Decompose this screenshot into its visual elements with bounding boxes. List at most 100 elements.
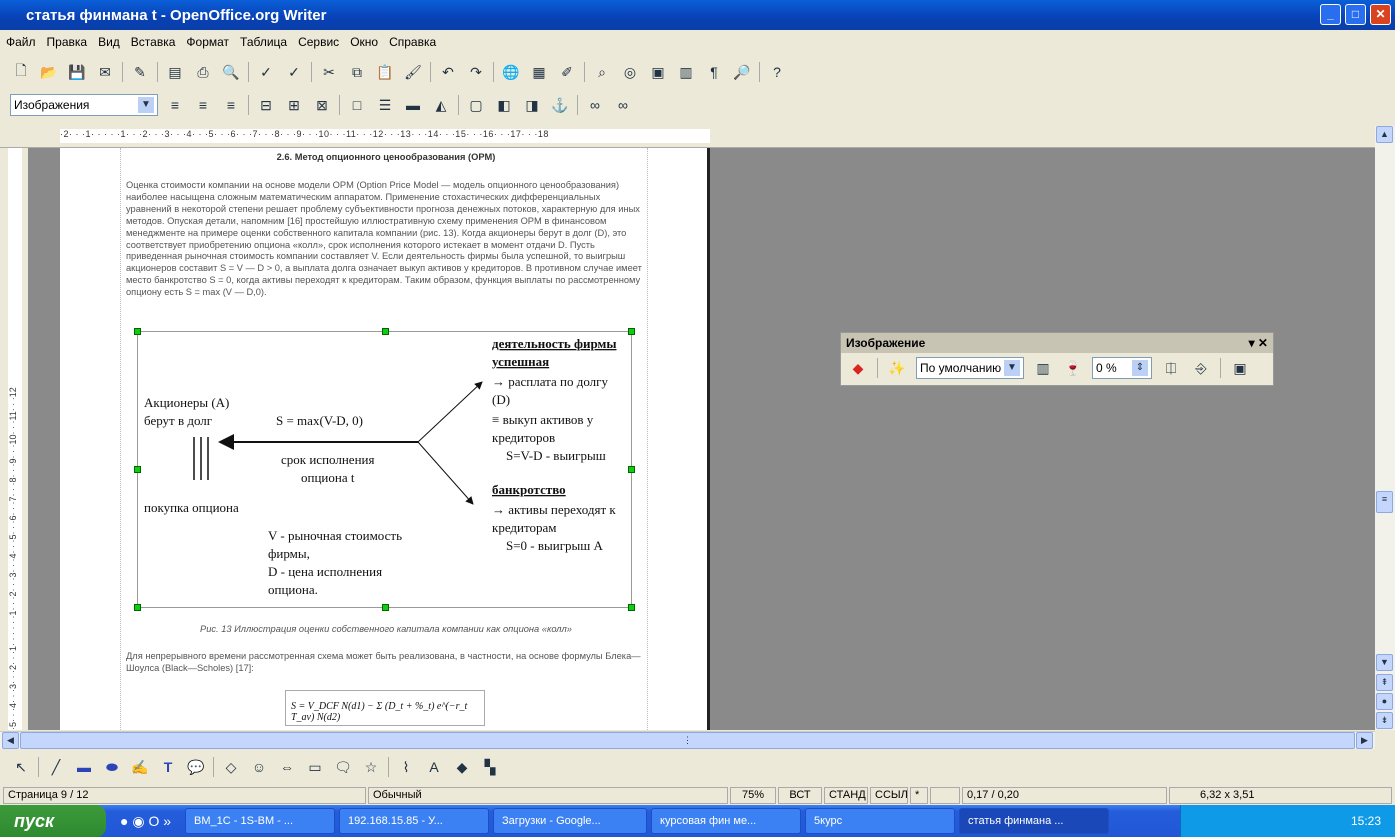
- from-file-icon[interactable]: ◆: [451, 756, 473, 778]
- vertical-ruler[interactable]: ·5· · ·4· · ·3· · ·2· · ·1· · · · · ·1· …: [0, 148, 28, 730]
- pdf-icon[interactable]: ▤: [164, 61, 186, 83]
- show-draw-icon[interactable]: ✐: [556, 61, 578, 83]
- graphics-mode-select[interactable]: По умолчанию ▼: [916, 357, 1024, 379]
- scroll-down-icon[interactable]: ▼: [1376, 654, 1393, 671]
- taskbar-item-active[interactable]: статья финмана ...: [959, 808, 1110, 834]
- line-icon[interactable]: ╱: [45, 756, 67, 778]
- cut-icon[interactable]: ✂: [318, 61, 340, 83]
- flip-vertical-icon[interactable]: ⎆: [1190, 357, 1212, 379]
- help-icon[interactable]: ?: [766, 61, 788, 83]
- stars-icon[interactable]: ☆: [360, 756, 382, 778]
- align-left-icon[interactable]: ≡: [164, 94, 186, 116]
- open-icon[interactable]: 📂: [38, 61, 60, 83]
- navigation-icon[interactable]: ●: [1376, 693, 1393, 710]
- resize-handle[interactable]: [628, 328, 635, 335]
- selection-mode[interactable]: СТАНД: [824, 787, 868, 804]
- filter-wand-icon[interactable]: ✨: [886, 357, 908, 379]
- hyperlink-mode[interactable]: ССЫЛ: [870, 787, 908, 804]
- formula-object[interactable]: S = V_DCF N(d1) − Σ (D_t + %_t) e^(−r_t …: [285, 690, 485, 726]
- spellcheck-icon[interactable]: ✓: [255, 61, 277, 83]
- scroll-right-icon[interactable]: ▶: [1356, 732, 1373, 749]
- rectangle-icon[interactable]: ▬: [73, 756, 95, 778]
- minimize-button[interactable]: _: [1320, 4, 1341, 25]
- basic-shapes-icon[interactable]: ◇: [220, 756, 242, 778]
- horizontal-ruler[interactable]: ·2· · ·1· · · · ·1· · ·2· · ·3· · ·4· · …: [0, 126, 1395, 148]
- print-icon[interactable]: ⎙: [192, 61, 214, 83]
- page-status[interactable]: Страница 9 / 12: [3, 787, 366, 804]
- send-back-icon[interactable]: ◨: [521, 94, 543, 116]
- insert-mode[interactable]: ВСТ: [778, 787, 822, 804]
- taskbar-item[interactable]: Загрузки - Google...: [493, 808, 648, 834]
- paste-icon[interactable]: 📋: [374, 61, 396, 83]
- scroll-thumb[interactable]: ⋮: [20, 732, 1355, 749]
- email-icon[interactable]: ✉: [94, 61, 116, 83]
- resize-handle[interactable]: [134, 604, 141, 611]
- new-icon[interactable]: 🗋: [10, 61, 32, 83]
- transparency-spinner[interactable]: 0 % ⇕: [1092, 357, 1152, 379]
- resize-handle[interactable]: [134, 328, 141, 335]
- start-button[interactable]: пуск: [0, 805, 106, 837]
- menu-edit[interactable]: Правка: [47, 35, 88, 49]
- page[interactable]: 2.6. Метод опционного ценообразования (O…: [60, 148, 710, 730]
- preview-icon[interactable]: 🔍: [220, 61, 242, 83]
- datasources-icon[interactable]: ▥: [675, 61, 697, 83]
- figure-image[interactable]: Акционеры (А) берут в долг S = max(V-D, …: [134, 328, 635, 611]
- block-arrows-icon[interactable]: ⇔: [276, 756, 298, 778]
- autospell-icon[interactable]: ✓: [283, 61, 305, 83]
- zoom-status[interactable]: 75%: [730, 787, 776, 804]
- background-color-icon[interactable]: ◭: [430, 94, 452, 116]
- undo-icon[interactable]: ↶: [437, 61, 459, 83]
- taskbar-item[interactable]: 5курс: [805, 808, 956, 834]
- flowchart-icon[interactable]: ▭: [304, 756, 326, 778]
- callout-icon[interactable]: 💬: [185, 756, 207, 778]
- menu-view[interactable]: Вид: [98, 35, 120, 49]
- freeform-icon[interactable]: ✍: [129, 756, 151, 778]
- menu-file[interactable]: Файл: [6, 35, 36, 49]
- select-icon[interactable]: ↖: [10, 756, 32, 778]
- borders-icon[interactable]: □: [346, 94, 368, 116]
- maximize-button[interactable]: □: [1345, 4, 1366, 25]
- prev-page-icon[interactable]: ⇞: [1376, 674, 1393, 691]
- save-icon[interactable]: 💾: [66, 61, 88, 83]
- zoom-icon[interactable]: 🔎: [731, 61, 753, 83]
- callouts-icon[interactable]: 🗨: [332, 756, 354, 778]
- paragraph[interactable]: Для непрерывного времени рассмотренная с…: [126, 651, 646, 675]
- find-icon[interactable]: ⌕: [591, 61, 613, 83]
- menu-format[interactable]: Формат: [186, 35, 229, 49]
- pilcrow-icon[interactable]: ¶: [703, 61, 725, 83]
- frame-properties-icon[interactable]: ▢: [465, 94, 487, 116]
- align-center-icon[interactable]: ≡: [192, 94, 214, 116]
- anchor-icon[interactable]: ⚓: [549, 94, 571, 116]
- paragraph[interactable]: Оценка стоимости компании на основе моде…: [126, 180, 646, 299]
- menu-insert[interactable]: Вставка: [131, 35, 176, 49]
- menu-table[interactable]: Таблица: [240, 35, 287, 49]
- bring-front-icon[interactable]: ◧: [493, 94, 515, 116]
- taskbar-item[interactable]: курсовая фин ме...: [651, 808, 802, 834]
- gallery-icon[interactable]: ▣: [647, 61, 669, 83]
- resize-handle[interactable]: [382, 604, 389, 611]
- resize-handle[interactable]: [134, 466, 141, 473]
- color-icon[interactable]: ▥: [1032, 357, 1054, 379]
- graphics-mode-icon[interactable]: ◆: [847, 357, 869, 379]
- text-icon[interactable]: T: [157, 756, 179, 778]
- link-frames-icon[interactable]: ∞: [584, 94, 606, 116]
- close-icon[interactable]: ▾ ✕: [1249, 336, 1268, 350]
- crop-icon[interactable]: ▣: [1229, 357, 1251, 379]
- menu-help[interactable]: Справка: [389, 35, 436, 49]
- line-style-icon[interactable]: ☰: [374, 94, 396, 116]
- resize-handle[interactable]: [628, 466, 635, 473]
- next-page-icon[interactable]: ⇟: [1376, 712, 1393, 729]
- taskbar-item[interactable]: 192.168.15.85 - У...: [339, 808, 490, 834]
- quicklaunch-icons[interactable]: ● ◉ O »: [120, 813, 171, 830]
- horizontal-scrollbar[interactable]: ◀ ⋮ ▶: [0, 731, 1375, 749]
- copy-icon[interactable]: ⧉: [346, 61, 368, 83]
- scroll-thumb[interactable]: ≡: [1376, 491, 1393, 513]
- table-icon[interactable]: ▦: [528, 61, 550, 83]
- vertical-scrollbar[interactable]: ▲ ≡ ▼ ⇞ ● ⇟: [1375, 126, 1395, 730]
- format-paintbrush-icon[interactable]: 🖌: [402, 61, 424, 83]
- style-select[interactable]: Изображения ▼: [10, 94, 158, 116]
- taskbar-item[interactable]: BM_1C - 1S-BM - ...: [185, 808, 336, 834]
- menu-window[interactable]: Окно: [350, 35, 378, 49]
- close-button[interactable]: ✕: [1370, 4, 1391, 25]
- scroll-left-icon[interactable]: ◀: [2, 732, 19, 749]
